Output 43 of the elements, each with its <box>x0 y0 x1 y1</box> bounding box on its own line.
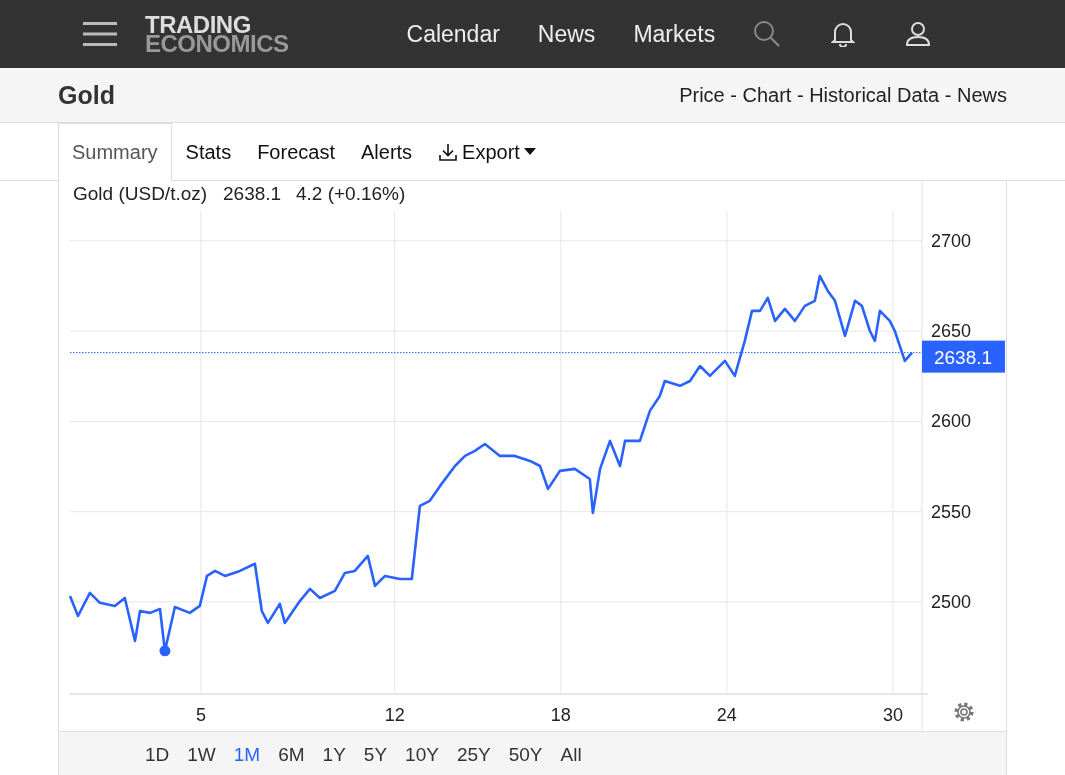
y-tick-label: 2550 <box>931 501 972 522</box>
range-button[interactable]: 1Y <box>314 739 354 770</box>
range-button[interactable]: 1M <box>225 739 269 770</box>
menu-icon[interactable] <box>83 21 117 47</box>
y-tick-label: 2700 <box>931 230 972 251</box>
tab[interactable]: Export <box>425 123 549 181</box>
tab[interactable]: Forecast <box>244 123 348 181</box>
tab[interactable]: Summary <box>58 123 172 181</box>
x-tick-label: 5 <box>195 705 206 725</box>
tab[interactable]: Stats <box>172 123 245 181</box>
range-button[interactable]: 10Y <box>397 739 447 770</box>
legend-label: Gold (USD/t.oz) <box>73 183 208 204</box>
x-tick-label: 12 <box>384 705 405 725</box>
range-button[interactable]: 1D <box>137 739 178 770</box>
x-tick-label: 24 <box>716 705 737 725</box>
legend-price: 2638.1 <box>223 183 282 204</box>
bell-icon[interactable] <box>831 21 856 47</box>
range-button[interactable]: 25Y <box>448 739 499 770</box>
caret-icon <box>523 148 536 156</box>
settings-icon[interactable] <box>954 702 974 722</box>
legend-change: 4.2 (+0.16%) <box>296 183 406 204</box>
nav-link[interactable]: Calendar <box>406 20 500 48</box>
section-links[interactable]: Price - Chart - Historical Data - News <box>679 83 1007 107</box>
range-button[interactable]: 6M <box>270 739 313 770</box>
x-tick-label: 18 <box>550 705 571 725</box>
tab[interactable]: Alerts <box>347 123 426 181</box>
y-tick-label: 2650 <box>931 321 972 342</box>
search-icon[interactable] <box>753 20 782 48</box>
y-tick-label: 2600 <box>931 411 972 432</box>
range-button[interactable]: 5Y <box>355 739 396 770</box>
download-icon <box>438 142 459 162</box>
logo[interactable]: TRADING ECONOMICS <box>145 15 289 53</box>
range-button[interactable]: 50Y <box>500 739 551 770</box>
low-point-marker <box>159 645 171 657</box>
price-tag-label: 2638.1 <box>933 346 993 368</box>
x-tick-label: 30 <box>882 705 903 725</box>
y-tick-label: 2500 <box>931 591 972 612</box>
range-button[interactable]: All <box>552 739 590 770</box>
nav-link[interactable]: Markets <box>633 20 716 48</box>
page-title: Gold <box>58 80 115 110</box>
nav-link[interactable]: News <box>537 20 596 48</box>
range-button[interactable]: 1W <box>179 739 224 770</box>
user-icon[interactable] <box>905 21 932 47</box>
